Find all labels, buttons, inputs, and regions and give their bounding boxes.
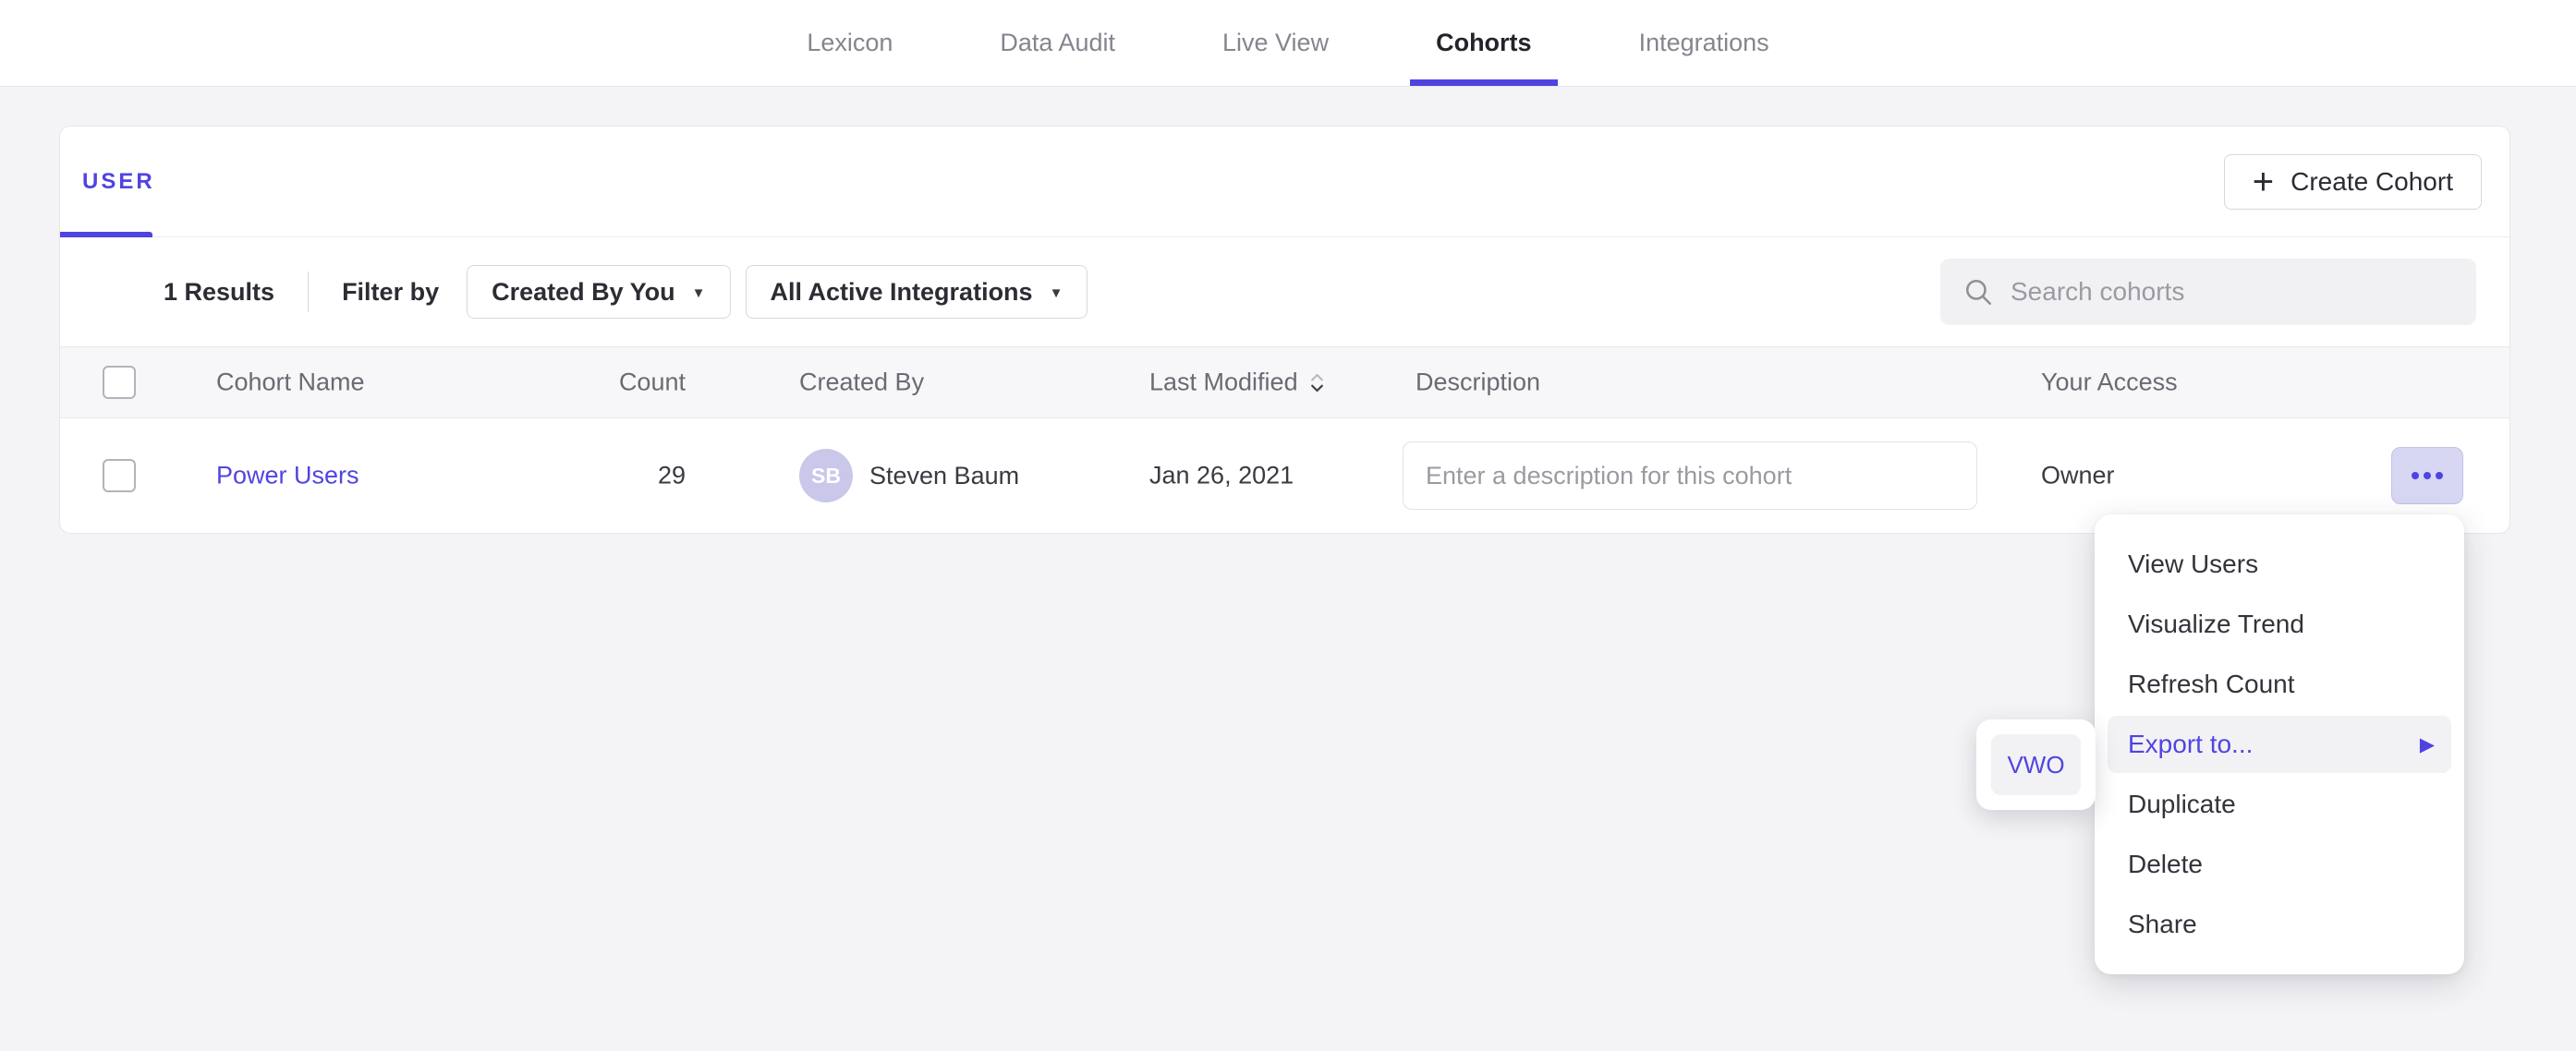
nav-item-label: Lexicon [807, 29, 893, 57]
nav-item-label: Live View [1222, 29, 1329, 57]
menu-item-share[interactable]: Share [2108, 896, 2451, 953]
create-cohort-button[interactable]: + Create Cohort [2224, 154, 2482, 210]
menu-item-duplicate[interactable]: Duplicate [2108, 776, 2451, 833]
integrations-dropdown[interactable]: All Active Integrations ▼ [746, 265, 1088, 319]
filter-by-label: Filter by [342, 278, 439, 307]
access-cell: Owner [2041, 462, 2115, 490]
menu-item-label: Delete [2128, 850, 2203, 879]
nav-item-integrations[interactable]: Integrations [1613, 0, 1795, 86]
nav-item-lexicon[interactable]: Lexicon [781, 0, 918, 86]
nav-item-cohorts[interactable]: Cohorts [1410, 0, 1558, 86]
column-header-last-modified[interactable]: Last Modified [1149, 368, 1325, 397]
filter-bar: 1 Results Filter by Created By You ▼ All… [60, 237, 2509, 346]
three-dots-icon[interactable] [2391, 447, 2463, 504]
results-count: 1 Results [164, 278, 274, 307]
table-header: Cohort Name Count Created By Last Modifi… [60, 346, 2509, 418]
active-tab-underline [1410, 79, 1558, 86]
dot [2436, 472, 2443, 479]
card-tab-row: USER + Create Cohort [60, 127, 2509, 237]
avatar: SB [799, 449, 853, 502]
menu-item-visualize-trend[interactable]: Visualize Trend [2108, 596, 2451, 653]
nav-item-label: Cohorts [1436, 29, 1532, 57]
menu-item-label: Duplicate [2128, 790, 2236, 819]
select-all-checkbox-cell [103, 366, 136, 399]
tab-user-underline [60, 232, 152, 237]
integrations-dropdown-label: All Active Integrations [771, 278, 1033, 307]
menu-item-label: View Users [2128, 550, 2258, 579]
export-submenu: VWO [1976, 719, 2096, 810]
search-cohorts-box[interactable] [1940, 259, 2476, 325]
menu-item-refresh-count[interactable]: Refresh Count [2108, 656, 2451, 713]
created-by-dropdown[interactable]: Created By You ▼ [467, 265, 730, 319]
row-checkbox-cell [103, 459, 136, 492]
column-header-last-modified-label: Last Modified [1149, 368, 1298, 397]
column-header-cohort-name: Cohort Name [216, 368, 365, 397]
menu-item-delete[interactable]: Delete [2108, 836, 2451, 893]
submenu-item-vwo[interactable]: VWO [1991, 734, 2081, 795]
chevron-down-icon: ▼ [692, 285, 706, 301]
actions-cell [2391, 447, 2463, 504]
menu-item-view-users[interactable]: View Users [2108, 536, 2451, 593]
description-input[interactable] [1403, 441, 1977, 510]
nav-item-label: Integrations [1639, 29, 1769, 57]
column-header-created-by: Created By [799, 368, 924, 397]
cohorts-card: USER + Create Cohort 1 Results Filter by… [59, 126, 2510, 534]
menu-item-label: Refresh Count [2128, 670, 2295, 699]
created-by-dropdown-label: Created By You [492, 278, 675, 307]
menu-item-label: Visualize Trend [2128, 610, 2304, 639]
cohort-name-link[interactable]: Power Users [216, 462, 359, 490]
chevron-down-icon: ▼ [1050, 285, 1063, 301]
select-all-checkbox[interactable] [103, 366, 136, 399]
triangle-right-icon: ▶ [2420, 735, 2435, 755]
last-modified-cell: Jan 26, 2021 [1149, 462, 1294, 490]
dot [2412, 472, 2419, 479]
search-input[interactable] [2011, 277, 2454, 307]
top-nav: Lexicon Data Audit Live View Cohorts Int… [0, 0, 2576, 87]
create-cohort-label: Create Cohort [2290, 167, 2453, 197]
tab-user-label: USER [82, 169, 155, 195]
menu-item-export-to[interactable]: Export to... ▶ [2108, 716, 2451, 773]
dot [2424, 472, 2431, 479]
sort-updown-icon [1309, 371, 1325, 393]
row-actions-menu: View Users Visualize Trend Refresh Count… [2095, 514, 2464, 974]
menu-item-label: Share [2128, 910, 2197, 939]
column-header-count: Count [501, 368, 686, 397]
submenu-item-label: VWO [2007, 751, 2064, 779]
nav-item-live-view[interactable]: Live View [1197, 0, 1355, 86]
tab-user[interactable]: USER [82, 127, 155, 236]
description-cell [1403, 441, 1977, 510]
nav-item-data-audit[interactable]: Data Audit [974, 0, 1141, 86]
search-icon [1962, 276, 1994, 308]
column-header-your-access: Your Access [2041, 368, 2178, 397]
count-cell: 29 [501, 462, 686, 490]
created-by-cell: SB Steven Baum [799, 449, 1019, 502]
cohort-name-cell: Power Users [216, 462, 359, 490]
column-header-description: Description [1416, 368, 1540, 397]
created-by-name: Steven Baum [869, 462, 1019, 490]
menu-item-label: Export to... [2128, 730, 2253, 759]
row-checkbox[interactable] [103, 459, 136, 492]
divider [308, 272, 309, 312]
nav-item-label: Data Audit [1000, 29, 1115, 57]
plus-icon: + [2253, 163, 2274, 200]
